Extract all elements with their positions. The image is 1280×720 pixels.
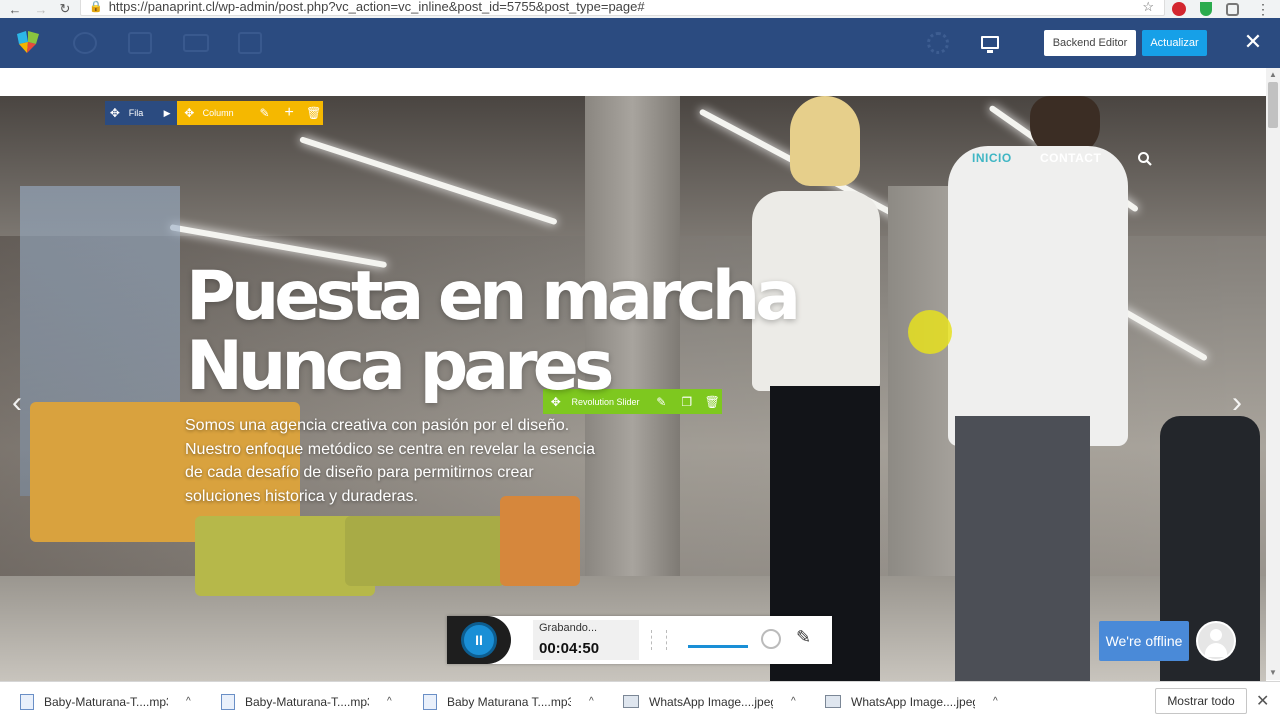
extension-icon[interactable] [1226,0,1239,18]
audio-file-icon [423,693,437,710]
lock-icon: 🔒 [89,0,103,13]
page-scrollbar[interactable]: ▲ ▼ [1266,68,1280,680]
screen-recorder-panel: II Grabando... 00:04:50 ✎ [447,616,832,664]
adblock-extension-icon[interactable] [1172,0,1186,18]
volume-slider[interactable] [688,645,748,648]
nav-item-contact[interactable]: CONTACT [1040,151,1101,165]
image-file-icon [623,695,639,708]
row-controls[interactable]: ✥ Fila ▶ [105,101,177,125]
slider-prev-arrow-icon[interactable]: ‹ [12,386,22,420]
page-top-strip [0,68,1266,96]
column-controls[interactable]: ✥ Column ✎ + 🗑 [177,101,323,125]
man-shirt [948,146,1128,446]
orange-chair [500,496,580,586]
download-item[interactable]: WhatsApp Image....jpeg ^ [623,682,796,720]
chevron-up-icon[interactable]: ^ [387,696,392,707]
close-downloads-icon[interactable]: ✕ [1256,691,1269,711]
chevron-up-icon[interactable]: ^ [186,696,191,707]
chat-offline-button[interactable]: We're offline [1099,621,1189,661]
ceiling-light [1118,306,1209,362]
search-icon[interactable] [1137,151,1153,167]
gear-icon[interactable] [927,32,949,54]
man-pants [955,416,1090,681]
nav-item-inicio[interactable]: INICIO [972,151,1012,165]
address-bar[interactable]: 🔒 https://panaprint.cl/wp-admin/post.php… [80,0,1165,16]
slider-next-arrow-icon[interactable]: › [1232,386,1242,420]
row-label: Fila [128,108,144,118]
download-name: WhatsApp Image....jpeg [649,694,773,709]
page-settings-icon[interactable] [238,32,262,54]
download-name: Baby Maturana T....mp3 [447,694,571,709]
browser-toolbar: ← → ↻ 🔒 https://panaprint.cl/wp-admin/po… [0,0,1280,18]
vc-logo-icon[interactable] [14,28,42,56]
shield-extension-icon[interactable] [1200,0,1212,18]
download-name: WhatsApp Image....jpeg [851,694,975,709]
chevron-up-icon[interactable]: ^ [589,696,594,707]
desktop-view-icon[interactable] [981,36,999,53]
download-name: Baby-Maturana-T....mp3 [245,694,369,709]
image-file-icon [825,695,841,708]
reload-icon[interactable]: ↻ [54,0,76,18]
hero-headline: Puesta en marcha Nunca pares [186,257,801,406]
edit-column-icon[interactable]: ✎ [255,103,274,123]
frontend-icon[interactable] [183,34,209,52]
recording-status: Grabando... [539,622,598,634]
pause-recording-button[interactable]: II [461,622,497,658]
chat-avatar[interactable] [1196,621,1236,661]
row-expand-icon[interactable]: ▶ [157,103,177,123]
close-icon[interactable]: ✕ [1240,28,1266,56]
cursor-highlight [908,310,952,354]
address-url: https://panaprint.cl/wp-admin/post.php?v… [108,0,645,14]
downloads-bar: Baby-Maturana-T....mp3 ^ Baby-Maturana-T… [0,681,1280,720]
vc-editor-bar: Backend Editor Actualizar ✕ [0,18,1280,68]
browser-menu-icon[interactable]: ⋮ [1256,0,1270,18]
templates-icon[interactable] [128,32,152,54]
woman-hair [790,96,860,186]
add-column-icon[interactable]: + [280,103,299,123]
chevron-up-icon[interactable]: ^ [993,696,998,707]
scroll-up-icon[interactable]: ▲ [1269,70,1277,79]
download-item[interactable]: Baby-Maturana-T....mp3 ^ [20,682,191,720]
audio-level-icon [651,630,667,650]
download-item[interactable]: Baby-Maturana-T....mp3 ^ [221,682,392,720]
move-column-icon[interactable]: ✥ [180,103,199,123]
headline-line-2: Nunca pares [186,327,614,406]
download-name: Baby-Maturana-T....mp3 [44,694,168,709]
recorder-control-area: II [447,616,511,664]
column-label: Column [202,108,234,118]
add-element-icon[interactable] [73,32,97,54]
forward-icon[interactable]: → [30,0,52,18]
backend-editor-button[interactable]: Backend Editor [1044,30,1136,56]
page: ← → ↻ 🔒 https://panaprint.cl/wp-admin/po… [0,0,1280,720]
update-button[interactable]: Actualizar [1142,30,1207,56]
pen-icon[interactable]: ✎ [796,627,811,648]
webcam-icon[interactable] [761,629,781,649]
show-all-downloads-button[interactable]: Mostrar todo [1155,688,1247,714]
audio-file-icon [20,693,34,710]
green-sofa [345,516,505,586]
audio-file-icon [221,693,235,710]
hero-paragraph: Somos una agencia creativa con pasión po… [185,417,596,505]
back-icon[interactable]: ← [4,0,26,18]
bookmark-star-icon[interactable]: ☆ [1142,0,1154,15]
delete-column-icon[interactable]: 🗑 [304,103,323,123]
scroll-down-icon[interactable]: ▼ [1269,668,1277,677]
move-row-icon[interactable]: ✥ [105,103,125,123]
download-item[interactable]: Baby Maturana T....mp3 ^ [423,682,594,720]
headline-line-1: Puesta en marcha [186,257,801,336]
recording-timer: 00:04:50 [539,640,600,657]
scroll-thumb[interactable] [1268,82,1278,128]
download-item[interactable]: WhatsApp Image....jpeg ^ [825,682,998,720]
chevron-up-icon[interactable]: ^ [791,696,796,707]
